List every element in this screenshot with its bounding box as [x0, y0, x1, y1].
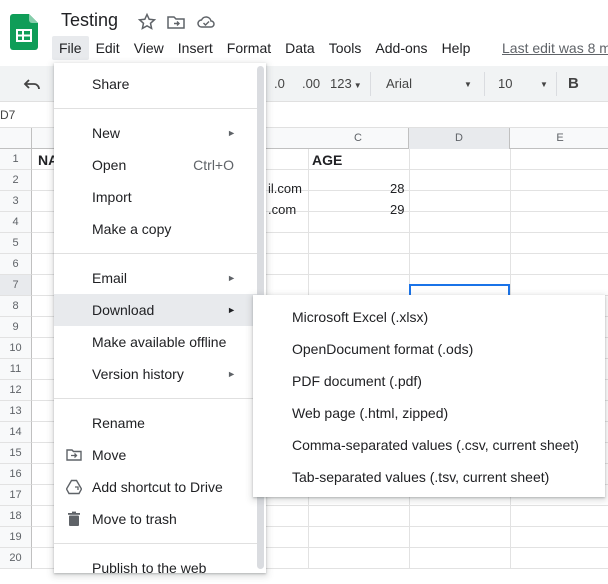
toolbar-divider — [370, 72, 371, 96]
menu-item-make-copy[interactable]: Make a copy — [54, 213, 258, 245]
menu-addons[interactable]: Add-ons — [368, 36, 434, 60]
submenu-arrow-icon: ► — [227, 305, 236, 315]
row-header-4[interactable]: 4 — [0, 212, 32, 233]
last-edit-link[interactable]: Last edit was 8 m — [502, 40, 608, 56]
trash-icon — [68, 511, 80, 526]
menu-item-publish-web[interactable]: Publish to the web — [54, 552, 258, 584]
menu-divider — [54, 253, 258, 254]
menu-item-move-to-trash[interactable]: Move to trash — [54, 503, 258, 535]
menu-help[interactable]: Help — [435, 36, 478, 60]
column-header-d[interactable]: D — [409, 128, 510, 149]
column-header-e[interactable]: E — [510, 128, 608, 149]
row-header-16[interactable]: 16 — [0, 464, 32, 485]
file-menu: Share New ► Open Ctrl+O Import Make a copy… — [54, 63, 266, 576]
increase-decimal-button[interactable]: .00 — [302, 76, 320, 91]
menu-item-add-shortcut[interactable]: Add shortcut to Drive — [54, 471, 258, 503]
row-header-12[interactable]: 12 — [0, 380, 32, 401]
cell-b3[interactable]: .com — [268, 199, 296, 220]
row-header-17[interactable]: 17 — [0, 485, 32, 506]
menu-item-new[interactable]: New ► — [54, 117, 258, 149]
menu-insert[interactable]: Insert — [171, 36, 220, 60]
menu-item-import[interactable]: Import — [54, 181, 258, 213]
download-csv-option[interactable]: Comma-separated values (.csv, current sh… — [253, 429, 605, 461]
star-icon[interactable] — [137, 12, 157, 32]
toolbar-divider — [484, 72, 485, 96]
menu-item-rename[interactable]: Rename — [54, 407, 258, 439]
column-header-c[interactable]: C — [308, 128, 409, 149]
menu-tools[interactable]: Tools — [322, 36, 369, 60]
chevron-down-icon[interactable]: ▼ — [540, 80, 548, 89]
row-header-10[interactable]: 10 — [0, 338, 32, 359]
move-folder-icon — [66, 449, 82, 461]
menu-divider — [54, 543, 258, 544]
menu-divider — [54, 398, 258, 399]
menu-divider — [54, 108, 258, 109]
row-header-19[interactable]: 19 — [0, 527, 32, 548]
menu-format[interactable]: Format — [220, 36, 278, 60]
menu-file[interactable]: File — [52, 36, 89, 60]
number-format-label: 123 — [330, 76, 352, 91]
row-header-2[interactable]: 2 — [0, 170, 32, 191]
menu-item-move[interactable]: Move — [54, 439, 258, 471]
cell-b2[interactable]: il.com — [268, 178, 302, 199]
submenu-arrow-icon: ► — [227, 128, 236, 138]
submenu-arrow-icon: ► — [227, 273, 236, 283]
shortcut-label: Ctrl+O — [193, 157, 234, 173]
download-pdf-option[interactable]: PDF document (.pdf) — [253, 365, 605, 397]
row-header-18[interactable]: 18 — [0, 506, 32, 527]
cell-c3[interactable]: 29 — [390, 199, 404, 220]
cell-c2[interactable]: 28 — [390, 178, 404, 199]
row-header-14[interactable]: 14 — [0, 422, 32, 443]
menu-item-download[interactable]: Download ► — [54, 294, 258, 326]
menu-item-open[interactable]: Open Ctrl+O — [54, 149, 258, 181]
download-html-option[interactable]: Web page (.html, zipped) — [253, 397, 605, 429]
number-format-button[interactable]: 123 ▼ — [330, 76, 362, 91]
menu-item-offline[interactable]: Make available offline — [54, 326, 258, 358]
cell-c1[interactable]: AGE — [312, 150, 342, 171]
row-header-7[interactable]: 7 — [0, 275, 32, 296]
font-size-label: 10 — [498, 76, 513, 91]
decrease-decimal-button[interactable]: .0 — [274, 76, 285, 91]
menu-data[interactable]: Data — [278, 36, 322, 60]
toolbar-divider — [556, 72, 557, 96]
sheets-logo-icon[interactable] — [10, 14, 38, 50]
menu-bar: File Edit View Insert Format Data Tools … — [52, 36, 477, 60]
row-header-11[interactable]: 11 — [0, 359, 32, 380]
row-header-20[interactable]: 20 — [0, 548, 32, 569]
row-header-3[interactable]: 3 — [0, 191, 32, 212]
download-xlsx-option[interactable]: Microsoft Excel (.xlsx) — [253, 301, 605, 333]
font-family-label: Arial — [386, 76, 413, 91]
font-family-select[interactable]: Arial — [386, 76, 412, 91]
bold-button[interactable]: B — [568, 75, 579, 92]
menu-view[interactable]: View — [127, 36, 171, 60]
menu-edit[interactable]: Edit — [89, 36, 127, 60]
chevron-down-icon[interactable]: ▼ — [464, 80, 472, 89]
submenu-arrow-icon: ► — [227, 369, 236, 379]
row-header-5[interactable]: 5 — [0, 233, 32, 254]
download-ods-option[interactable]: OpenDocument format (.ods) — [253, 333, 605, 365]
row-header-15[interactable]: 15 — [0, 443, 32, 464]
move-folder-icon[interactable] — [166, 12, 186, 32]
font-size-select[interactable]: 10 — [498, 76, 512, 91]
chevron-down-icon: ▼ — [353, 81, 362, 90]
menu-item-share[interactable]: Share — [54, 68, 258, 100]
undo-icon[interactable] — [22, 74, 42, 94]
drive-shortcut-icon — [66, 479, 82, 495]
cloud-status-icon[interactable] — [196, 12, 216, 32]
menu-item-email[interactable]: Email ► — [54, 262, 258, 294]
download-tsv-option[interactable]: Tab-separated values (.tsv, current shee… — [253, 461, 605, 493]
menu-item-version-history[interactable]: Version history ► — [54, 358, 258, 390]
row-header-6[interactable]: 6 — [0, 254, 32, 275]
row-header-1[interactable]: 1 — [0, 149, 32, 170]
select-all-corner[interactable] — [0, 128, 32, 149]
download-submenu: Microsoft Excel (.xlsx) OpenDocument for… — [253, 295, 605, 497]
row-header-13[interactable]: 13 — [0, 401, 32, 422]
row-header-9[interactable]: 9 — [0, 317, 32, 338]
row-header-8[interactable]: 8 — [0, 296, 32, 317]
name-box[interactable]: D7 — [0, 108, 15, 122]
document-title[interactable]: Testing — [61, 10, 118, 31]
